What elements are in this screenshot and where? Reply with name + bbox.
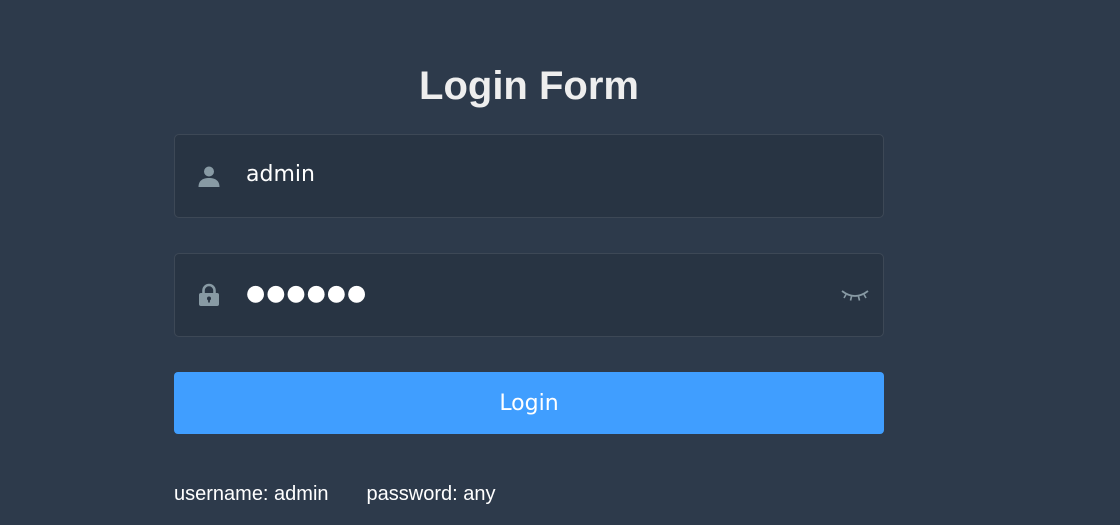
- username-field[interactable]: admin: [174, 134, 884, 218]
- user-icon: [197, 164, 221, 188]
- page-title: Login Form: [419, 64, 639, 108]
- login-tips: username: admin password: any: [174, 481, 496, 507]
- password-field[interactable]: ●●●●●●: [174, 253, 884, 337]
- password-input[interactable]: ●●●●●●: [246, 254, 367, 336]
- tip-username: username: admin: [174, 483, 329, 505]
- eye-closed-icon[interactable]: [841, 286, 869, 304]
- login-form: Login Form admin ●●●●●● Login username: …: [0, 0, 1120, 525]
- username-input[interactable]: admin: [246, 135, 315, 217]
- tip-password: password: any: [366, 483, 496, 505]
- lock-icon: [197, 283, 221, 307]
- login-button[interactable]: Login: [174, 372, 884, 434]
